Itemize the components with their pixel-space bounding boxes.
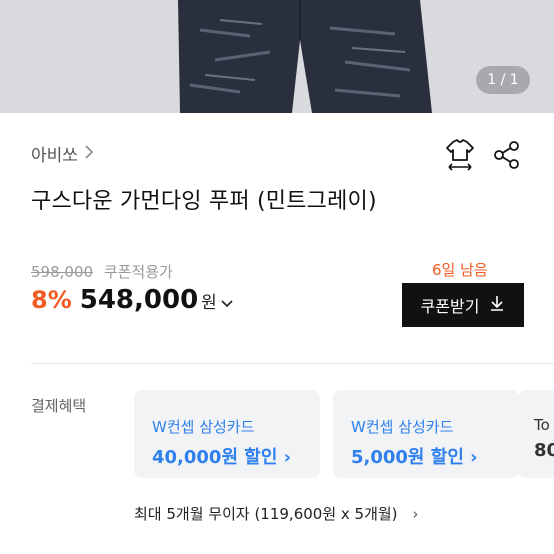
card-benefit-title: W컨셉 삼성카드 — [152, 418, 255, 436]
card-benefit-1[interactable]: W컨셉 삼성카드 40,000원 할인 › — [134, 390, 320, 478]
payment-benefit-label: 결제혜택 — [31, 397, 87, 415]
chevron-down-icon[interactable] — [221, 296, 233, 312]
card-benefit-title: W컨셉 삼성카드 — [351, 418, 454, 436]
currency-label: 원 — [201, 293, 217, 313]
brand-link[interactable]: 아비쏘 — [31, 141, 94, 166]
coupon-remaining: 6일 남음 — [432, 261, 488, 279]
size-guide-button[interactable] — [443, 138, 477, 172]
price-row[interactable]: 8% 548,000 원 — [31, 285, 233, 315]
download-icon — [489, 295, 505, 315]
section-divider — [31, 363, 554, 364]
discount-rate: 8% — [31, 286, 72, 314]
share-icon — [490, 141, 524, 176]
card-benefit-amount: 80 — [534, 440, 554, 461]
product-title: 구스다운 가먼다잉 푸퍼 (민트그레이) — [31, 189, 377, 214]
get-coupon-button[interactable]: 쿠폰받기 — [402, 283, 524, 327]
brand-name: 아비쏘 — [31, 146, 78, 166]
tshirt-size-icon — [443, 139, 477, 176]
original-price: 598,000 — [31, 263, 94, 281]
installment-text: 최대 5개월 무이자 (119,600원 x 5개월) — [134, 505, 398, 523]
card-benefit-amount: 5,000원 할인 › — [351, 447, 478, 468]
card-benefit-title: To — [534, 416, 550, 434]
final-price: 548,000 — [79, 285, 199, 315]
image-counter: 1 / 1 — [476, 66, 530, 94]
coupon-button-label: 쿠폰받기 — [420, 297, 480, 316]
jeans-photo — [0, 0, 554, 113]
installment-info[interactable]: 최대 5개월 무이자 (119,600원 x 5개월) › — [134, 503, 418, 524]
card-benefit-amount: 40,000원 할인 › — [152, 447, 292, 468]
chevron-right-icon — [84, 144, 94, 163]
share-button[interactable] — [490, 138, 524, 172]
card-benefit-3[interactable]: To 80 — [518, 390, 554, 478]
chevron-right-icon: › — [412, 505, 419, 523]
original-price-row: 598,000 쿠폰적용가 — [31, 261, 173, 282]
product-image[interactable]: 1 / 1 — [0, 0, 554, 113]
coupon-price-label: 쿠폰적용가 — [103, 263, 173, 281]
card-benefit-2[interactable]: W컨셉 삼성카드 5,000원 할인 › — [333, 390, 519, 478]
